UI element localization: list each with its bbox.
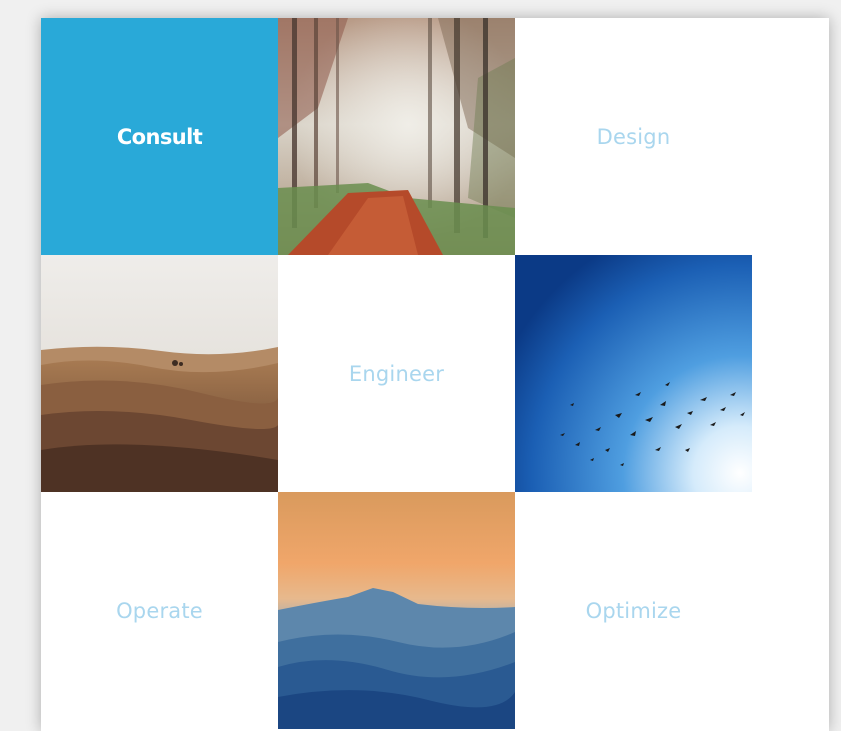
tile-operate[interactable]: Operate (41, 492, 278, 729)
services-grid: Consult Design Engineer Operate Optimize (41, 18, 829, 731)
tile-engineer-label: Engineer (348, 361, 445, 386)
tile-optimize[interactable]: Optimize (515, 492, 752, 729)
tile-operate-label: Operate (116, 598, 203, 623)
tile-design-label: Design (596, 124, 671, 149)
tile-engineer[interactable]: Engineer (278, 255, 515, 492)
tile-design[interactable]: Design (515, 18, 752, 255)
tile-consult[interactable]: Consult (41, 18, 278, 255)
tile-consult-label: Consult (116, 124, 203, 149)
mountain-sunset-photo (278, 492, 515, 729)
forest-path-photo (278, 18, 515, 255)
birds-sky-photo (515, 255, 752, 492)
tile-optimize-label: Optimize (585, 598, 682, 623)
desert-dunes-photo (41, 255, 278, 492)
